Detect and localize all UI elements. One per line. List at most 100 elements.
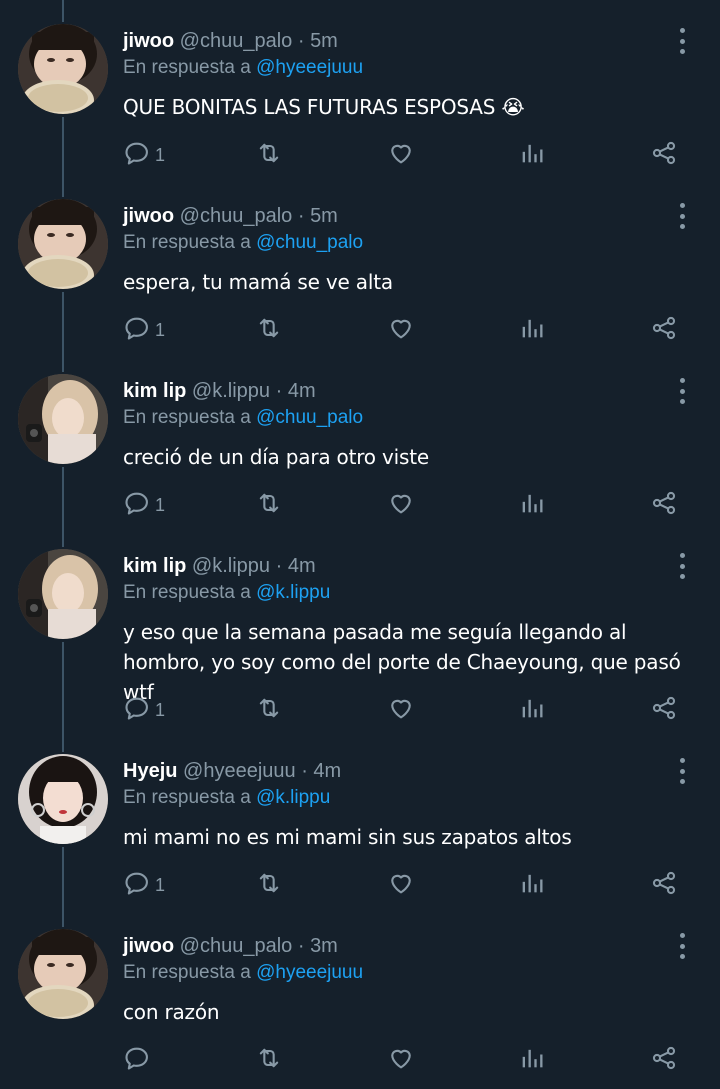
display-name[interactable]: kim lip bbox=[123, 380, 186, 402]
reply-context: En respuesta a @hyeeejuuu bbox=[123, 960, 363, 986]
analytics-button[interactable] bbox=[518, 490, 546, 520]
retweet-icon bbox=[255, 314, 283, 347]
user-handle[interactable]: @hyeeejuuu bbox=[183, 760, 296, 782]
share-button[interactable] bbox=[650, 870, 678, 900]
more-options-icon[interactable] bbox=[672, 203, 692, 229]
timestamp[interactable]: 4m bbox=[288, 555, 316, 577]
share-button[interactable] bbox=[650, 140, 678, 170]
user-handle[interactable]: @chuu_palo bbox=[180, 205, 293, 227]
reply-to-handle[interactable]: @k.lippu bbox=[256, 582, 330, 603]
reply-context: En respuesta a @chuu_palo bbox=[123, 230, 363, 256]
user-handle[interactable]: @chuu_palo bbox=[180, 30, 293, 52]
reply-icon bbox=[123, 1044, 151, 1077]
reply-to-handle[interactable]: @hyeeejuuu bbox=[256, 962, 363, 983]
avatar[interactable] bbox=[18, 24, 108, 114]
tweet-header: Hyeju @hyeeejuuu · 4m bbox=[123, 758, 341, 784]
like-button[interactable] bbox=[387, 695, 415, 725]
retweet-icon bbox=[255, 139, 283, 172]
like-button[interactable] bbox=[387, 315, 415, 345]
share-button[interactable] bbox=[650, 1045, 678, 1075]
user-handle[interactable]: @chuu_palo bbox=[180, 935, 293, 957]
timestamp[interactable]: 3m bbox=[310, 935, 338, 957]
reply-button[interactable]: 1 bbox=[123, 490, 165, 520]
tweet-text: espera, tu mamá se ve alta bbox=[123, 270, 393, 294]
tweet[interactable]: jiwoo @chuu_palo · 5m En respuesta a @ch… bbox=[0, 175, 720, 355]
avatar[interactable] bbox=[18, 754, 108, 844]
more-options-icon[interactable] bbox=[672, 758, 692, 784]
avatar[interactable] bbox=[18, 199, 108, 289]
dot-separator: · bbox=[270, 380, 288, 402]
more-options-icon[interactable] bbox=[672, 28, 692, 54]
analytics-button[interactable] bbox=[518, 315, 546, 345]
reply-count: 1 bbox=[155, 494, 166, 515]
reply-count: 1 bbox=[155, 699, 166, 720]
reply-button[interactable]: 1 bbox=[123, 140, 165, 170]
reply-button[interactable]: 1 bbox=[123, 695, 165, 725]
share-icon bbox=[650, 694, 678, 727]
like-button[interactable] bbox=[387, 490, 415, 520]
retweet-button[interactable] bbox=[255, 140, 283, 170]
reply-button[interactable] bbox=[123, 1045, 155, 1075]
retweet-button[interactable] bbox=[255, 315, 283, 345]
like-button[interactable] bbox=[387, 140, 415, 170]
reply-prefix: En respuesta a bbox=[123, 57, 251, 78]
analytics-button[interactable] bbox=[518, 870, 546, 900]
reply-to-handle[interactable]: @k.lippu bbox=[256, 787, 330, 808]
tweet-text: y eso que la semana pasada me seguía lle… bbox=[123, 620, 681, 704]
timestamp[interactable]: 4m bbox=[288, 380, 316, 402]
display-name[interactable]: jiwoo bbox=[123, 205, 174, 227]
reply-to-handle[interactable]: @chuu_palo bbox=[256, 407, 363, 428]
retweet-button[interactable] bbox=[255, 1045, 283, 1075]
tweet[interactable]: jiwoo @chuu_palo · 3m En respuesta a @hy… bbox=[0, 905, 720, 1085]
display-name[interactable]: jiwoo bbox=[123, 30, 174, 52]
like-button[interactable] bbox=[387, 870, 415, 900]
like-button[interactable] bbox=[387, 1045, 415, 1075]
tweet-header: kim lip @k.lippu · 4m bbox=[123, 378, 316, 404]
reply-button[interactable]: 1 bbox=[123, 870, 165, 900]
dot-separator: · bbox=[292, 205, 311, 227]
avatar[interactable] bbox=[18, 374, 108, 464]
analytics-button[interactable] bbox=[518, 1045, 546, 1075]
timestamp[interactable]: 5m bbox=[310, 30, 338, 52]
reply-icon bbox=[123, 869, 151, 902]
reply-context: En respuesta a @hyeeejuuu bbox=[123, 55, 363, 81]
reply-prefix: En respuesta a bbox=[123, 962, 251, 983]
analytics-button[interactable] bbox=[518, 695, 546, 725]
analytics-icon bbox=[518, 869, 546, 902]
reply-count: 1 bbox=[155, 874, 166, 895]
user-handle[interactable]: @k.lippu bbox=[192, 555, 270, 577]
analytics-button[interactable] bbox=[518, 140, 546, 170]
share-button[interactable] bbox=[650, 315, 678, 345]
reply-to-handle[interactable]: @chuu_palo bbox=[256, 232, 363, 253]
share-button[interactable] bbox=[650, 695, 678, 725]
share-button[interactable] bbox=[650, 490, 678, 520]
reply-count: 1 bbox=[155, 144, 166, 165]
display-name[interactable]: kim lip bbox=[123, 555, 186, 577]
reply-to-handle[interactable]: @hyeeejuuu bbox=[256, 57, 363, 78]
tweet[interactable]: Hyeju @hyeeejuuu · 4m En respuesta a @k.… bbox=[0, 730, 720, 910]
retweet-icon bbox=[255, 489, 283, 522]
reply-button[interactable]: 1 bbox=[123, 315, 165, 345]
more-options-icon[interactable] bbox=[672, 933, 692, 959]
tweet[interactable]: jiwoo @chuu_palo · 5m En respuesta a @hy… bbox=[0, 0, 720, 180]
avatar[interactable] bbox=[18, 549, 108, 639]
reply-prefix: En respuesta a bbox=[123, 582, 251, 603]
share-icon bbox=[650, 489, 678, 522]
user-handle[interactable]: @k.lippu bbox=[192, 380, 270, 402]
more-options-icon[interactable] bbox=[672, 378, 692, 404]
retweet-button[interactable] bbox=[255, 695, 283, 725]
tweet[interactable]: kim lip @k.lippu · 4m En respuesta a @ch… bbox=[0, 350, 720, 530]
tweet-text: mi mami no es mi mami sin sus zapatos al… bbox=[123, 825, 572, 849]
retweet-button[interactable] bbox=[255, 490, 283, 520]
retweet-button[interactable] bbox=[255, 870, 283, 900]
timestamp[interactable]: 5m bbox=[310, 205, 338, 227]
retweet-icon bbox=[255, 694, 283, 727]
avatar[interactable] bbox=[18, 929, 108, 1019]
tweet-header: jiwoo @chuu_palo · 5m bbox=[123, 203, 338, 229]
more-options-icon[interactable] bbox=[672, 553, 692, 579]
tweet[interactable]: kim lip @k.lippu · 4m En respuesta a @k.… bbox=[0, 525, 720, 735]
reply-icon bbox=[123, 139, 151, 172]
display-name[interactable]: jiwoo bbox=[123, 935, 174, 957]
timestamp[interactable]: 4m bbox=[313, 760, 341, 782]
display-name[interactable]: Hyeju bbox=[123, 760, 177, 782]
